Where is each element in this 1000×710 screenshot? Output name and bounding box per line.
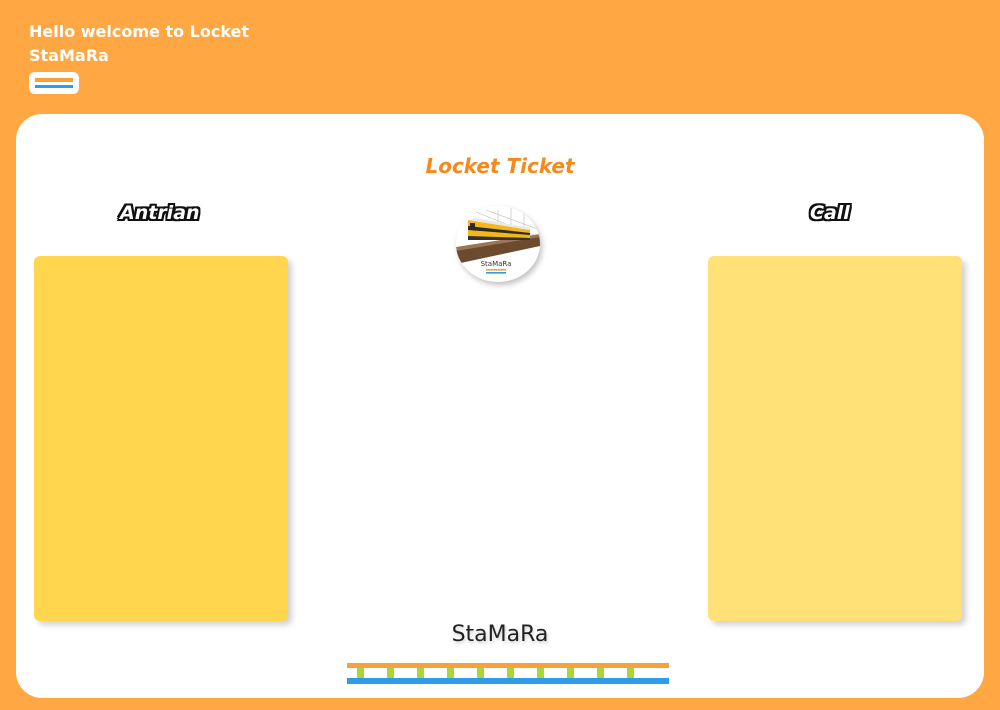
queue-panel (34, 256, 288, 621)
header: Hello welcome to Locket StaMaRa (29, 20, 249, 94)
footer-brand: StaMaRa (451, 622, 549, 647)
page-title: Locket Ticket (425, 154, 575, 178)
call-panel (708, 256, 962, 621)
rail-track-icon (347, 663, 669, 685)
welcome-text: Hello welcome to Locket (29, 22, 250, 41)
brand-name: StaMaRa (29, 46, 109, 65)
queue-label: Antrian (120, 202, 200, 224)
call-label: Call (810, 202, 850, 224)
train-logo-icon: StaMaRa (456, 206, 540, 282)
main-card: Locket Ticket Antrian Call StaMaRa StaMa… (16, 114, 984, 698)
rail-logo-icon (29, 72, 79, 94)
logo-caption: StaMaRa (481, 260, 512, 268)
